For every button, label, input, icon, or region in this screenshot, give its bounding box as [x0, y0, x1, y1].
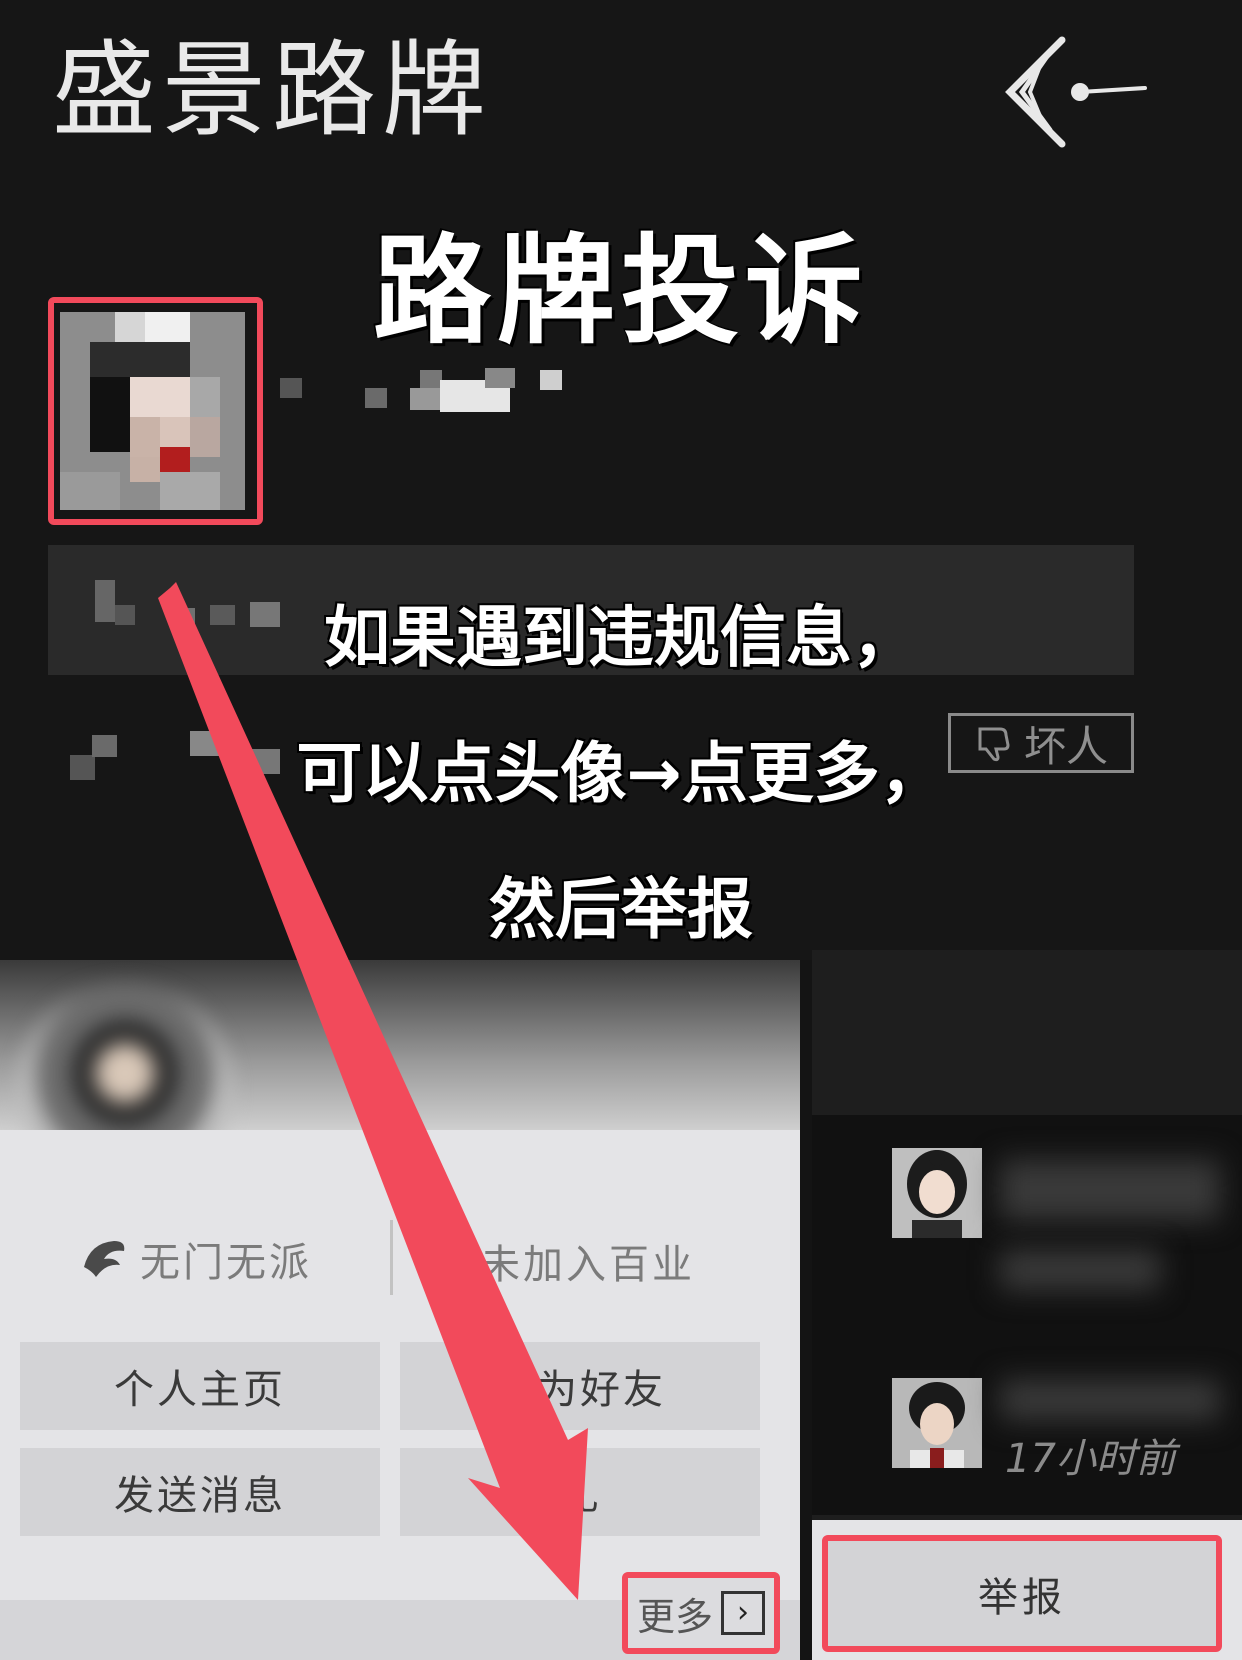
character-portrait-icon — [892, 1378, 982, 1468]
instruction-annotation: 如果遇到违规信息， 可以点头像→点更多， 然后举报 — [0, 570, 1242, 978]
timestamp: 17小时前 — [1005, 1436, 1176, 1482]
feed-avatar-male[interactable] — [892, 1378, 982, 1468]
sect-emblem-icon — [84, 1241, 125, 1277]
more-button[interactable]: 更多 › — [622, 1572, 780, 1654]
send-message-button[interactable]: 发送消息 — [20, 1448, 380, 1536]
sect-label: 无门无派 — [140, 1240, 312, 1286]
bad-person-label: 坏人 — [1023, 721, 1108, 771]
triple-chevron-back-icon — [1005, 36, 1147, 148]
feed-text-blurred — [1000, 1250, 1160, 1290]
more-label: 更多 — [636, 1594, 713, 1639]
profile-button[interactable]: 个人主页 — [20, 1342, 380, 1430]
feed-text-blurred — [1000, 1160, 1220, 1220]
feed-text-blurred — [1000, 1380, 1220, 1420]
avatar-highlight-box — [48, 297, 263, 525]
back-button[interactable] — [1000, 30, 1150, 150]
page-title: 盛景路牌 — [52, 29, 493, 151]
profession-label: 未加入百业 — [480, 1242, 695, 1288]
feed-avatar-female[interactable] — [892, 1148, 982, 1238]
annotation-line-1: 如果遇到违规信息， — [324, 599, 918, 676]
sect-info: 无门无派 — [80, 1230, 312, 1288]
add-friend-button[interactable]: 加为好友 — [400, 1342, 760, 1430]
gift-button[interactable]: 礼 — [400, 1448, 760, 1536]
bad-person-button[interactable]: 坏人 — [948, 713, 1134, 773]
character-portrait-icon — [892, 1148, 982, 1238]
chevron-right-icon: › — [721, 1591, 765, 1635]
divider — [390, 1220, 393, 1295]
report-button[interactable]: 举报 — [822, 1535, 1222, 1652]
player-name-pixelated — [270, 360, 570, 420]
thumbs-down-icon — [978, 727, 1010, 762]
